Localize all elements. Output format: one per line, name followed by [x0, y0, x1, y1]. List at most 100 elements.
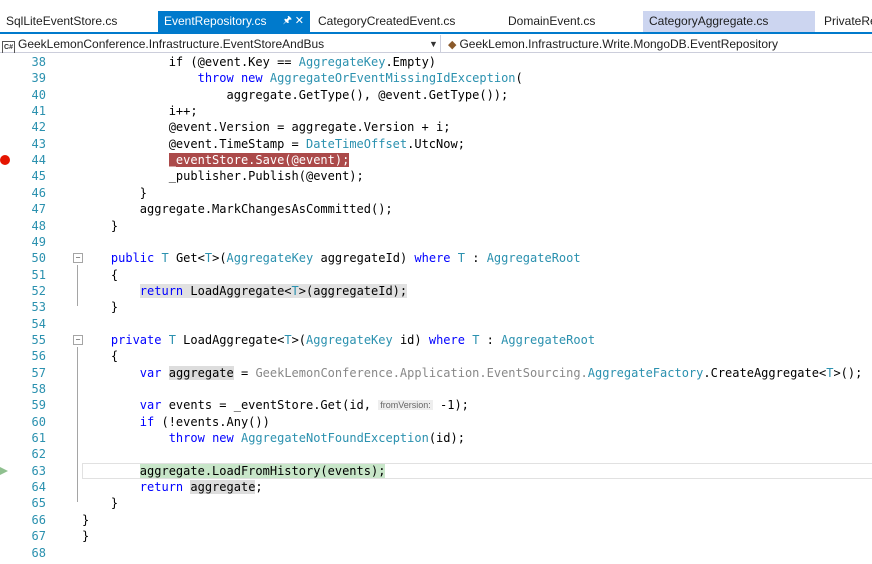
code-text[interactable]: }	[82, 185, 147, 201]
code-text[interactable]: private T LoadAggregate<T>(AggregateKey …	[82, 332, 595, 348]
line-number: 40	[31, 87, 46, 102]
project-dropdown[interactable]: C# GeekLemonConference.Infrastructure.Eve…	[0, 35, 441, 53]
code-token: aggregateId)	[313, 251, 415, 266]
line-number: 63	[31, 463, 46, 478]
code-text[interactable]: throw new AggregateNotFoundException(id)…	[82, 430, 465, 446]
code-token: }	[82, 218, 119, 233]
code-line[interactable]: 57 var aggregate = GeekLemonConference.A…	[0, 365, 872, 381]
tab-eventrepository[interactable]: EventRepository.cs 🖈 ✕	[158, 11, 310, 32]
code-text[interactable]: _publisher.Publish(@event);	[82, 168, 364, 184]
code-text[interactable]: }	[82, 512, 89, 528]
code-text[interactable]: }	[82, 299, 118, 315]
code-line[interactable]: 65 }	[0, 495, 872, 511]
code-line[interactable]: 43 @event.TimeStamp = DateTimeOffset.Utc…	[0, 136, 872, 152]
code-token: throw	[197, 71, 234, 86]
execution-pointer-icon[interactable]	[0, 466, 8, 475]
code-line[interactable]: 42 @event.Version = aggregate.Version + …	[0, 119, 872, 135]
code-token: {	[82, 267, 119, 282]
code-line[interactable]: 64 return aggregate;	[0, 479, 872, 495]
tab-privatere[interactable]: PrivateRe	[818, 11, 872, 32]
close-icon[interactable]: ✕	[295, 11, 304, 31]
code-line[interactable]: 46 }	[0, 185, 872, 201]
code-line[interactable]: 48 }	[0, 218, 872, 234]
code-text[interactable]: var events = _eventStore.Get(id, fromVer…	[82, 397, 469, 413]
code-token: if	[139, 414, 155, 429]
code-token: T	[284, 332, 292, 347]
code-text[interactable]: return LoadAggregate<T>(aggregateId);	[82, 283, 408, 299]
code-line[interactable]: 51 {	[0, 267, 872, 283]
code-token: _publisher.Publish(@event);	[82, 169, 364, 184]
code-line[interactable]: 56 {	[0, 348, 872, 364]
code-line[interactable]: 45 _publisher.Publish(@event);	[0, 168, 872, 184]
code-token: >(	[212, 251, 227, 266]
code-line[interactable]: 53 }	[0, 299, 872, 315]
code-token: aggregate	[190, 480, 256, 495]
code-token: public	[110, 251, 155, 266]
pin-icon[interactable]: 🖈	[283, 11, 292, 31]
code-text[interactable]: var aggregate = GeekLemonConference.Appl…	[82, 365, 862, 381]
code-line[interactable]: 52 return LoadAggregate<T>(aggregateId);	[0, 283, 872, 299]
type-dropdown[interactable]: ◆ GeekLemon.Infrastructure.Write.MongoDB.…	[445, 35, 872, 53]
code-text[interactable]: return aggregate;	[82, 479, 263, 495]
code-line[interactable]: 58	[0, 381, 872, 397]
code-line[interactable]: 68	[0, 545, 872, 561]
code-text[interactable]: }	[82, 495, 118, 511]
code-line[interactable]: 63 aggregate.LoadFromHistory(events);	[0, 462, 872, 479]
code-text[interactable]: aggregate.MarkChangesAsCommitted();	[82, 201, 393, 217]
code-line[interactable]: 49	[0, 234, 872, 250]
code-token: throw	[168, 431, 205, 446]
code-text[interactable]: }	[82, 218, 118, 234]
code-line[interactable]: −55 private T LoadAggregate<T>(Aggregate…	[0, 332, 872, 348]
code-text[interactable]: _eventStore.Save(@event);	[82, 152, 350, 168]
code-text[interactable]: {	[82, 348, 118, 364]
code-line[interactable]: 66}	[0, 512, 872, 528]
line-number: 57	[31, 365, 46, 380]
code-editor[interactable]: 38 if (@event.Key == AggregateKey.Empty)…	[0, 53, 872, 564]
code-text[interactable]: throw new AggregateOrEventMissingIdExcep…	[82, 70, 523, 86]
code-token: new	[212, 431, 234, 446]
code-line[interactable]: 59 var events = _eventStore.Get(id, from…	[0, 397, 872, 413]
line-number: 58	[31, 382, 46, 396]
code-line[interactable]: 60 if (!events.Any())	[0, 414, 872, 430]
tab-domainevent[interactable]: DomainEvent.cs	[502, 11, 642, 32]
code-line[interactable]: 44 _eventStore.Save(@event);	[0, 152, 872, 168]
code-line[interactable]: 38 if (@event.Key == AggregateKey.Empty)	[0, 54, 872, 70]
code-token: T	[204, 251, 213, 266]
code-text[interactable]: @event.TimeStamp = DateTimeOffset.UtcNow…	[82, 136, 465, 152]
code-line[interactable]: 47 aggregate.MarkChangesAsCommitted();	[0, 201, 872, 217]
code-line[interactable]: 41 i++;	[0, 103, 872, 119]
code-token: DateTimeOffset	[305, 136, 408, 151]
tab-sqliteeventstore[interactable]: SqlLiteEventStore.cs	[0, 11, 156, 32]
code-token: AggregateRoot	[486, 251, 581, 266]
code-text[interactable]: i++;	[82, 103, 198, 119]
code-token: T	[457, 251, 465, 266]
code-text[interactable]: }	[82, 528, 89, 544]
code-line[interactable]: 67}	[0, 528, 872, 544]
code-line[interactable]: 61 throw new AggregateNotFoundException(…	[0, 430, 872, 446]
code-line[interactable]: 40 aggregate.GetType(), @event.GetType()…	[0, 87, 872, 103]
line-number: 38	[31, 55, 46, 69]
code-text[interactable]: aggregate.LoadFromHistory(events);	[82, 463, 386, 479]
code-token: T	[161, 251, 169, 266]
code-token: AggregateKey	[298, 55, 386, 69]
code-text[interactable]: if (!events.Any())	[82, 414, 270, 430]
code-text[interactable]: aggregate.GetType(), @event.GetType());	[82, 87, 508, 103]
line-number: 48	[31, 218, 46, 233]
code-text[interactable]: public T Get<T>(AggregateKey aggregateId…	[82, 250, 581, 266]
code-line[interactable]: −50 public T Get<T>(AggregateKey aggrega…	[0, 250, 872, 266]
code-line[interactable]: 54	[0, 316, 872, 332]
breakpoint-icon[interactable]	[0, 155, 10, 166]
line-number: 53	[31, 300, 46, 315]
code-text[interactable]: {	[82, 267, 118, 283]
code-line[interactable]: 62	[0, 446, 872, 462]
code-text[interactable]: if (@event.Key == AggregateKey.Empty)	[82, 54, 436, 70]
tab-label: EventRepository.cs	[164, 14, 267, 28]
tab-categoryaggregate[interactable]: CategoryAggregate.cs	[643, 11, 815, 32]
code-line[interactable]: 39 throw new AggregateOrEventMissingIdEx…	[0, 70, 872, 86]
tab-categorycreatedevent[interactable]: CategoryCreatedEvent.cs	[312, 11, 497, 32]
code-text[interactable]: @event.Version = aggregate.Version + i;	[82, 119, 451, 135]
